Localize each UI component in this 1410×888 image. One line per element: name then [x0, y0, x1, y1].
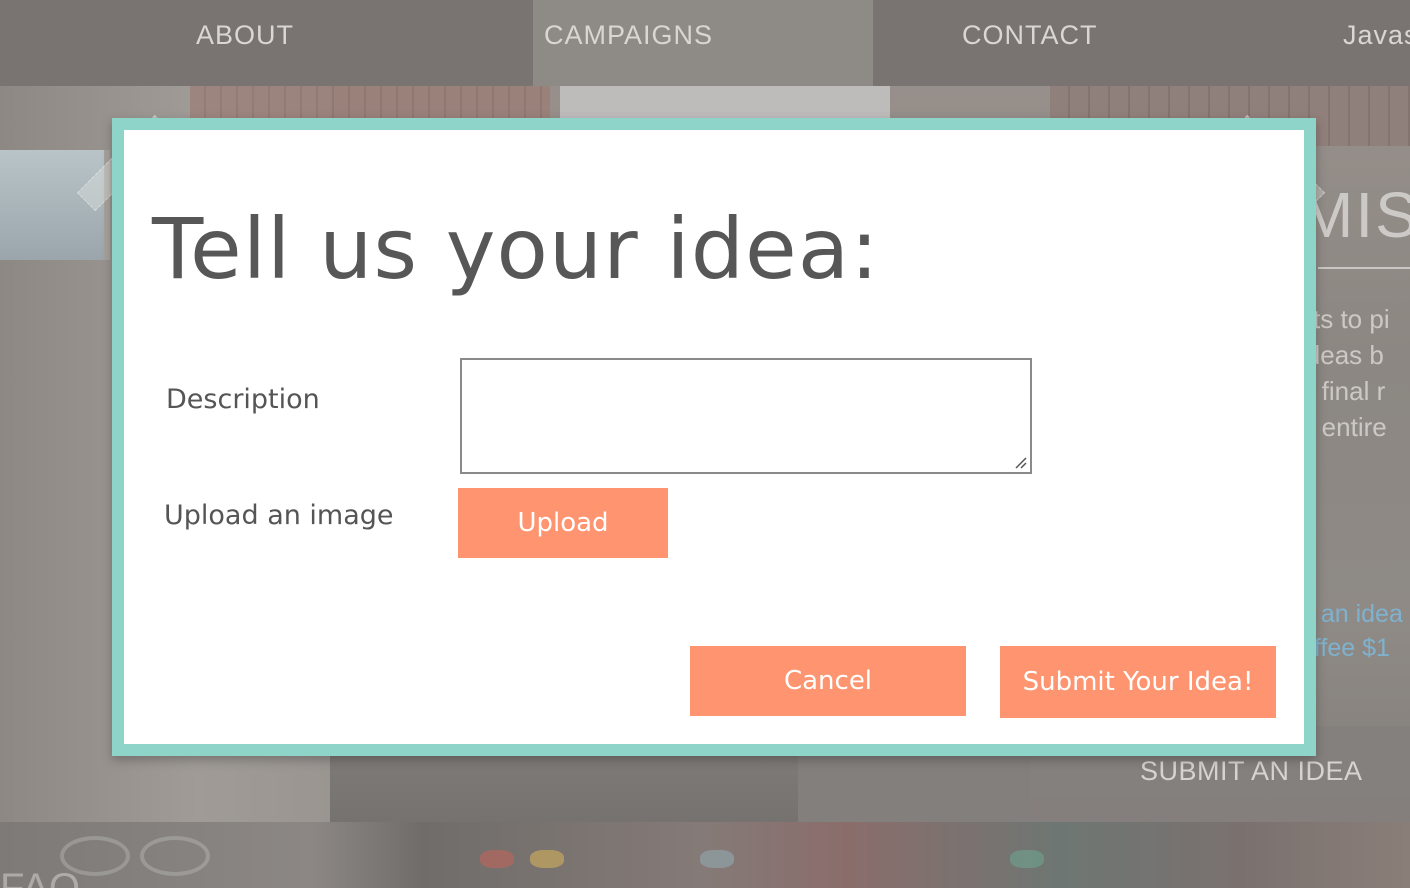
submit-idea-button[interactable]: Submit Your Idea!	[1000, 646, 1276, 718]
nav-item-javascript[interactable]: Javas	[1343, 20, 1410, 51]
street-object	[480, 850, 514, 868]
submit-an-idea-button[interactable]: SUBMIT AN IDEA	[1140, 756, 1363, 787]
street-object	[1010, 850, 1044, 868]
description-textarea[interactable]	[460, 358, 1032, 474]
nav-item-about[interactable]: ABOUT	[196, 20, 294, 51]
top-nav: ABOUT CAMPAIGNS CONTACT Javas	[0, 0, 1410, 86]
street-object	[530, 850, 564, 868]
resize-grip-icon[interactable]	[1013, 455, 1027, 469]
upload-image-label: Upload an image	[164, 500, 394, 531]
nav-item-campaigns[interactable]: CAMPAIGNS	[544, 20, 713, 51]
graffiti-swirl	[140, 836, 210, 876]
cancel-button[interactable]: Cancel	[690, 646, 966, 716]
description-label: Description	[166, 384, 320, 415]
nav-item-contact[interactable]: CONTACT	[962, 20, 1098, 51]
modal-title: Tell us your idea:	[152, 200, 880, 298]
street-object	[700, 850, 734, 868]
upload-button[interactable]: Upload	[458, 488, 668, 558]
section-heading-cut: FAO	[0, 866, 81, 888]
mission-divider	[1318, 267, 1410, 269]
